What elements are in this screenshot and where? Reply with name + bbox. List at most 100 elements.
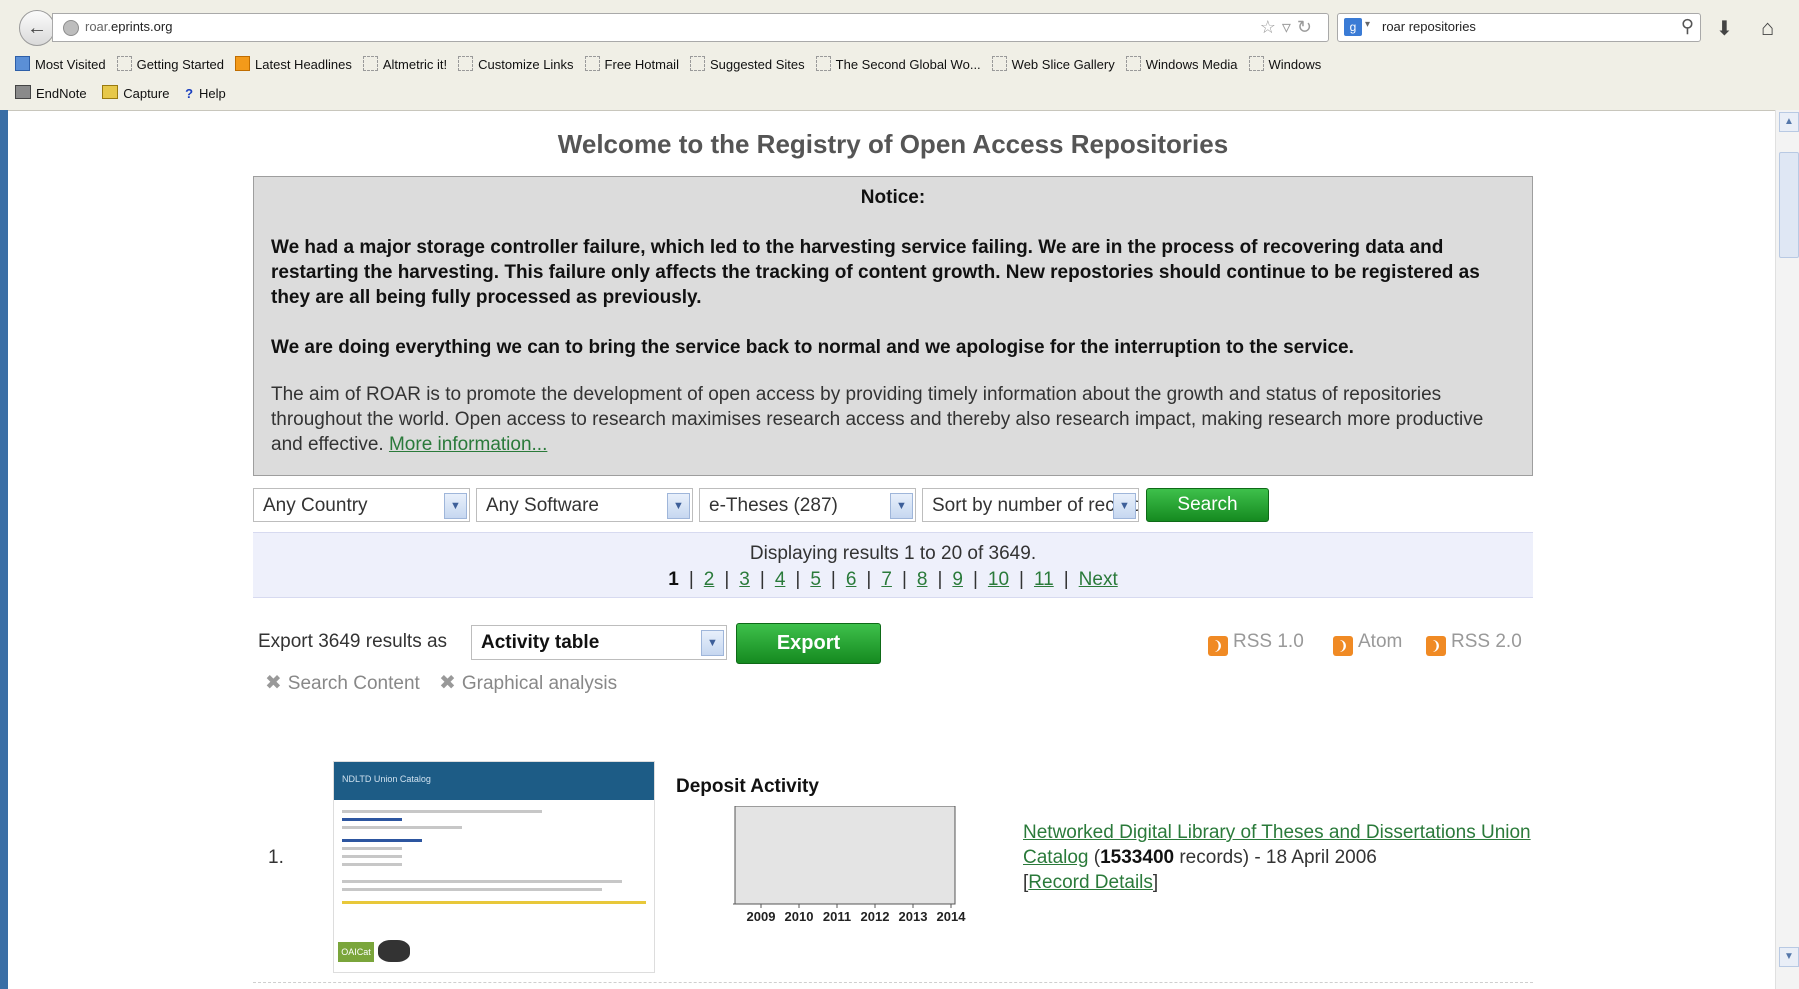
chevron-down-icon[interactable]: ▼ <box>890 493 913 519</box>
bookmark-item[interactable]: Suggested Sites <box>689 56 805 72</box>
page-link[interactable]: 4 <box>775 569 786 590</box>
search-button[interactable]: Search <box>1146 488 1269 522</box>
home-icon[interactable]: ⌂ <box>1761 15 1774 41</box>
bookmark-item[interactable]: Windows <box>1248 56 1321 72</box>
bookmark-item[interactable]: Web Slice Gallery <box>991 56 1115 72</box>
search-query[interactable]: roar repositories <box>1382 19 1476 34</box>
rss-2-feed-link[interactable]: ❩ RSS 2.0 <box>1426 631 1522 656</box>
more-information-link[interactable]: More information... <box>389 434 547 455</box>
search-engine-icon[interactable]: g <box>1344 18 1362 36</box>
chevron-down-icon[interactable]: ▼ <box>444 493 467 519</box>
page-icon <box>991 56 1007 71</box>
deposit-activity-title: Deposit Activity <box>676 776 819 797</box>
site-identity-icon[interactable] <box>63 20 79 36</box>
page-separator: | <box>972 569 978 590</box>
chevron-down-icon[interactable]: ▼ <box>667 493 690 519</box>
country-select[interactable]: Any Country ▼ <box>253 488 470 522</box>
history-dropdown-icon[interactable]: ▿ <box>1282 17 1297 37</box>
about-roar-text: The aim of ROAR is to promote the develo… <box>271 384 1484 455</box>
search-bar[interactable]: g ▾ roar repositories ⚲ <box>1337 13 1701 42</box>
bookmark-label: Altmetric it! <box>382 57 448 72</box>
address-bar[interactable]: roar.eprints.org ☆▿↻ <box>52 13 1329 42</box>
page-separator: | <box>1063 569 1069 590</box>
sort-select[interactable]: Sort by number of records ▼ <box>922 488 1139 522</box>
engine-dropdown-icon[interactable]: ▾ <box>1365 19 1370 30</box>
page-link[interactable]: 2 <box>704 569 715 590</box>
page-link[interactable]: 10 <box>988 569 1009 590</box>
x-tick-label: 2014 <box>937 909 967 924</box>
back-button[interactable]: ← <box>19 10 55 46</box>
page-link[interactable]: 11 <box>1034 569 1054 590</box>
atom-feed-link[interactable]: ❩ Atom <box>1333 631 1402 656</box>
bookmark-label: Most Visited <box>35 57 106 72</box>
page-separator: | <box>1019 569 1024 590</box>
software-select[interactable]: Any Software ▼ <box>476 488 693 522</box>
page-icon <box>458 56 474 71</box>
results-summary-bar: Displaying results 1 to 20 of 3649. 1 | 2 |… <box>253 532 1533 598</box>
notice-paragraph-1: We had a major storage controller failur… <box>271 237 1480 308</box>
export-button[interactable]: Export <box>736 623 881 664</box>
chevron-down-icon[interactable]: ▼ <box>1113 493 1136 519</box>
repository-screenshot-thumbnail[interactable]: NDLTD Union Catalog OAICat <box>333 761 655 973</box>
bookmark-label: The Second Global Wo... <box>835 57 981 72</box>
addon-toolbar: EndNote Capture ? Help <box>15 85 238 101</box>
page-title: Welcome to the Registry of Open Access R… <box>557 129 1229 159</box>
next-page-link[interactable]: Next <box>1079 569 1118 590</box>
search-content-link[interactable]: ✖ Search Content <box>265 672 420 694</box>
rss-1-feed-link[interactable]: ❩ RSS 1.0 <box>1208 631 1304 656</box>
page-link[interactable]: 7 <box>881 569 892 590</box>
endnote-button[interactable]: EndNote <box>15 85 87 101</box>
result-divider <box>253 982 1533 983</box>
url-bar-icons: ☆▿↻ <box>1260 17 1318 38</box>
bookmark-item[interactable]: Latest Headlines <box>235 56 352 72</box>
bookmark-label: Suggested Sites <box>709 57 805 72</box>
window-left-edge <box>0 110 8 989</box>
rss-feed-icon <box>235 56 251 71</box>
url-text[interactable]: roar.eprints.org <box>85 19 172 34</box>
navigation-toolbar: ← roar.eprints.org ☆▿↻ g ▾ roar reposito… <box>0 8 1799 48</box>
page-link[interactable]: 3 <box>739 569 750 590</box>
notice-paragraph-2: We are doing everything we can to bring … <box>271 337 1354 358</box>
page-separator: | <box>901 569 907 590</box>
capture-button[interactable]: Capture <box>102 85 169 101</box>
page-separator: | <box>688 569 694 590</box>
record-details-link[interactable]: Record Details <box>1028 872 1153 893</box>
bookmark-item[interactable]: Most Visited <box>15 56 106 72</box>
bookmark-item[interactable]: Windows Media <box>1125 56 1238 72</box>
page-icon <box>689 56 705 71</box>
graphical-analysis-link[interactable]: ✖ Graphical analysis <box>439 672 617 694</box>
vertical-scrollbar[interactable]: ▲ ▼ <box>1775 110 1799 989</box>
rss-icon: ❩ <box>1208 636 1228 656</box>
bookmark-item[interactable]: Free Hotmail <box>584 56 679 72</box>
download-icon[interactable]: ⬇ <box>1716 16 1733 41</box>
chevron-down-icon[interactable]: ▼ <box>701 630 724 656</box>
bookmark-item[interactable]: Altmetric it! <box>362 56 448 72</box>
chart-plot-area <box>734 806 956 905</box>
ndltd-logo <box>378 940 410 962</box>
reload-icon[interactable]: ↻ <box>1297 17 1318 37</box>
repository-type-select[interactable]: e-Theses (287) ▼ <box>699 488 916 522</box>
x-tick-label: 2013 <box>899 909 928 924</box>
help-button[interactable]: ? Help <box>185 86 226 101</box>
scrollbar-thumb[interactable] <box>1779 152 1799 258</box>
scroll-down-icon[interactable]: ▼ <box>1779 947 1799 967</box>
page-icon <box>584 56 600 71</box>
repository-record: Networked Digital Library of Theses and … <box>1023 822 1531 893</box>
page-link[interactable]: 8 <box>917 569 928 590</box>
bookmark-item[interactable]: The Second Global Wo... <box>815 56 981 72</box>
wrench-icon: ✖ <box>439 672 456 694</box>
export-format-select[interactable]: Activity table ▼ <box>471 625 727 660</box>
bookmark-item[interactable]: Customize Links <box>458 56 574 72</box>
page-link[interactable]: 6 <box>846 569 857 590</box>
x-tick-label: 2012 <box>861 909 890 924</box>
page-icon <box>362 56 378 71</box>
bookmark-star-icon[interactable]: ☆ <box>1260 17 1282 37</box>
export-row: Export 3649 results as Activity table ▼ E… <box>258 623 1533 664</box>
scroll-up-icon[interactable]: ▲ <box>1779 112 1799 132</box>
bookmark-item[interactable]: Getting Started <box>116 56 225 72</box>
page-link[interactable]: 5 <box>810 569 821 590</box>
page-link[interactable]: 9 <box>952 569 963 590</box>
search-icon[interactable]: ⚲ <box>1681 16 1694 37</box>
wrench-icon: ✖ <box>265 672 282 694</box>
bookmark-label: Getting Started <box>136 57 225 72</box>
